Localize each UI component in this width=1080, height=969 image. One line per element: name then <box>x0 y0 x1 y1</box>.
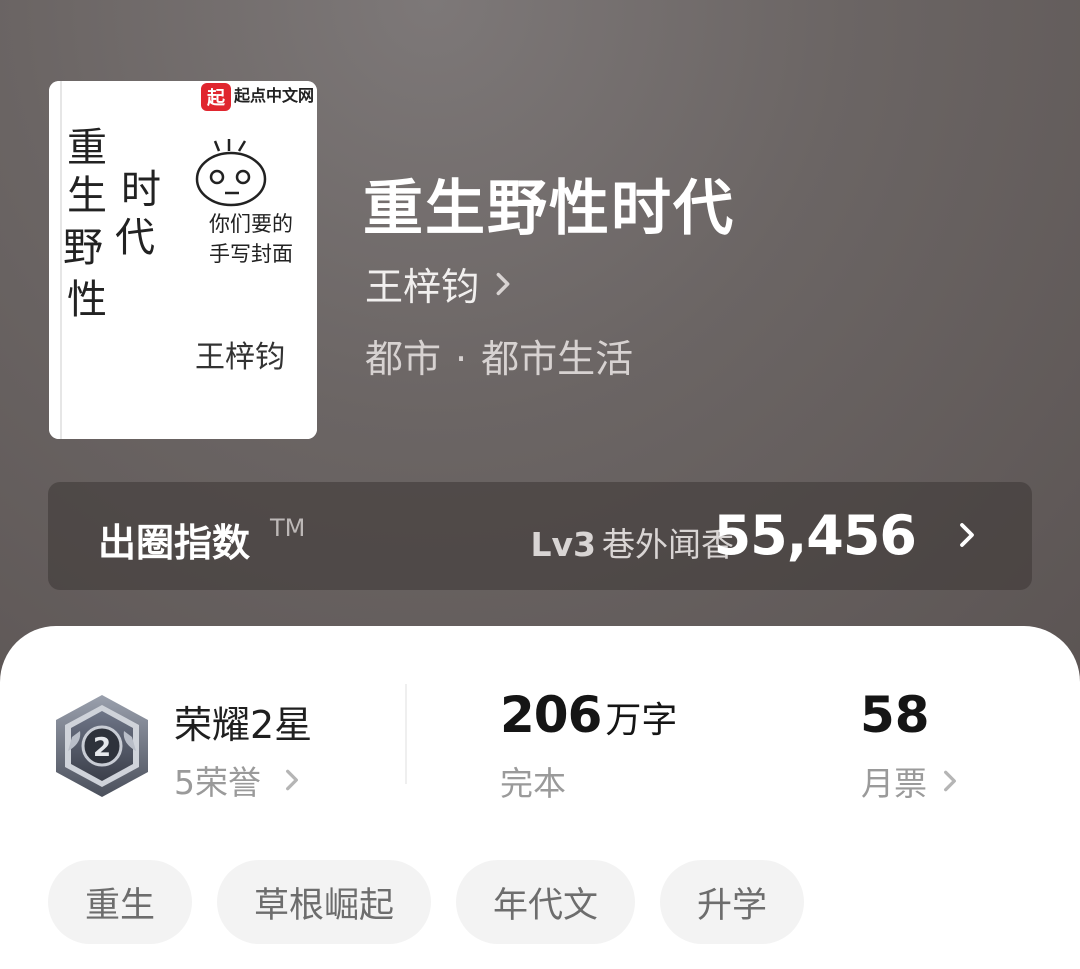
monthly-votes-link[interactable]: 月票 <box>861 757 963 805</box>
word-count: 206 万字 <box>500 686 677 744</box>
honor-count: 5荣誉 <box>174 763 261 802</box>
trademark-mark: TM <box>270 514 306 542</box>
category-sub[interactable]: 都市生活 <box>481 337 633 381</box>
book-cover[interactable]: 起 起点中文网 重 生 时 野 代 性 你们要的 手写封面 王梓钧 <box>49 81 317 439</box>
honor-link[interactable]: 5荣誉 <box>174 756 305 804</box>
cover-title-char-5: 时 <box>121 167 161 213</box>
cover-note-line-1: 你们要的 <box>209 212 293 236</box>
book-category: 都市 · 都市生活 <box>365 328 633 383</box>
author-link[interactable]: 王梓钧 <box>365 256 517 311</box>
index-level: Lv3 巷外闻香 <box>530 518 734 566</box>
cover-title-char-2: 生 <box>67 173 107 219</box>
word-count-number: 206 <box>500 686 602 744</box>
tag-chip[interactable]: 升学 <box>660 860 805 944</box>
index-label: 出圈指数 <box>98 521 251 565</box>
cover-illustration: 起 起点中文网 重 生 时 野 代 性 你们要的 手写封面 王梓钧 <box>49 81 317 439</box>
chevron-right-icon <box>496 272 510 295</box>
chevron-right-icon <box>286 769 298 791</box>
cover-note-line-2: 手写封面 <box>209 242 293 266</box>
category-separator: · <box>455 337 468 381</box>
honor-title: 荣耀2星 <box>174 703 313 747</box>
word-count-unit: 万字 <box>605 700 678 741</box>
cover-title-char-4: 性 <box>67 277 107 323</box>
category-main[interactable]: 都市 <box>365 337 441 381</box>
popularity-index-bar[interactable]: 出圈指数 TM Lv3 巷外闻香 55,456 <box>48 482 1032 590</box>
chevron-right-icon <box>960 523 974 547</box>
book-title: 重生野性时代 <box>363 174 735 244</box>
stats-divider <box>405 684 407 784</box>
cover-title-char-6: 代 <box>115 215 155 261</box>
cover-title-char-1: 重 <box>67 125 107 171</box>
cover-title-char-3: 野 <box>63 225 103 271</box>
publisher-logo-text: 起点中文网 <box>233 86 314 105</box>
badge-number: 2 <box>93 733 111 763</box>
publisher-logo-mark: 起 <box>206 87 226 109</box>
index-value: 55,456 <box>713 504 917 567</box>
completion-status: 完本 <box>500 764 566 803</box>
index-level-number: Lv3 <box>530 525 596 564</box>
tag-chip[interactable]: 重生 <box>48 860 193 944</box>
chevron-right-icon <box>944 770 956 792</box>
monthly-votes-label: 月票 <box>861 764 927 803</box>
cover-author: 王梓钧 <box>195 340 285 375</box>
author-name: 王梓钧 <box>365 265 480 309</box>
monthly-votes-count: 58 <box>860 686 930 744</box>
tag-chip[interactable]: 草根崛起 <box>217 860 432 944</box>
tag-chip[interactable]: 年代文 <box>456 860 636 944</box>
honor-badge-icon: 2 <box>56 695 148 797</box>
tag-list: 重生 草根崛起 年代文 升学 <box>48 860 805 944</box>
